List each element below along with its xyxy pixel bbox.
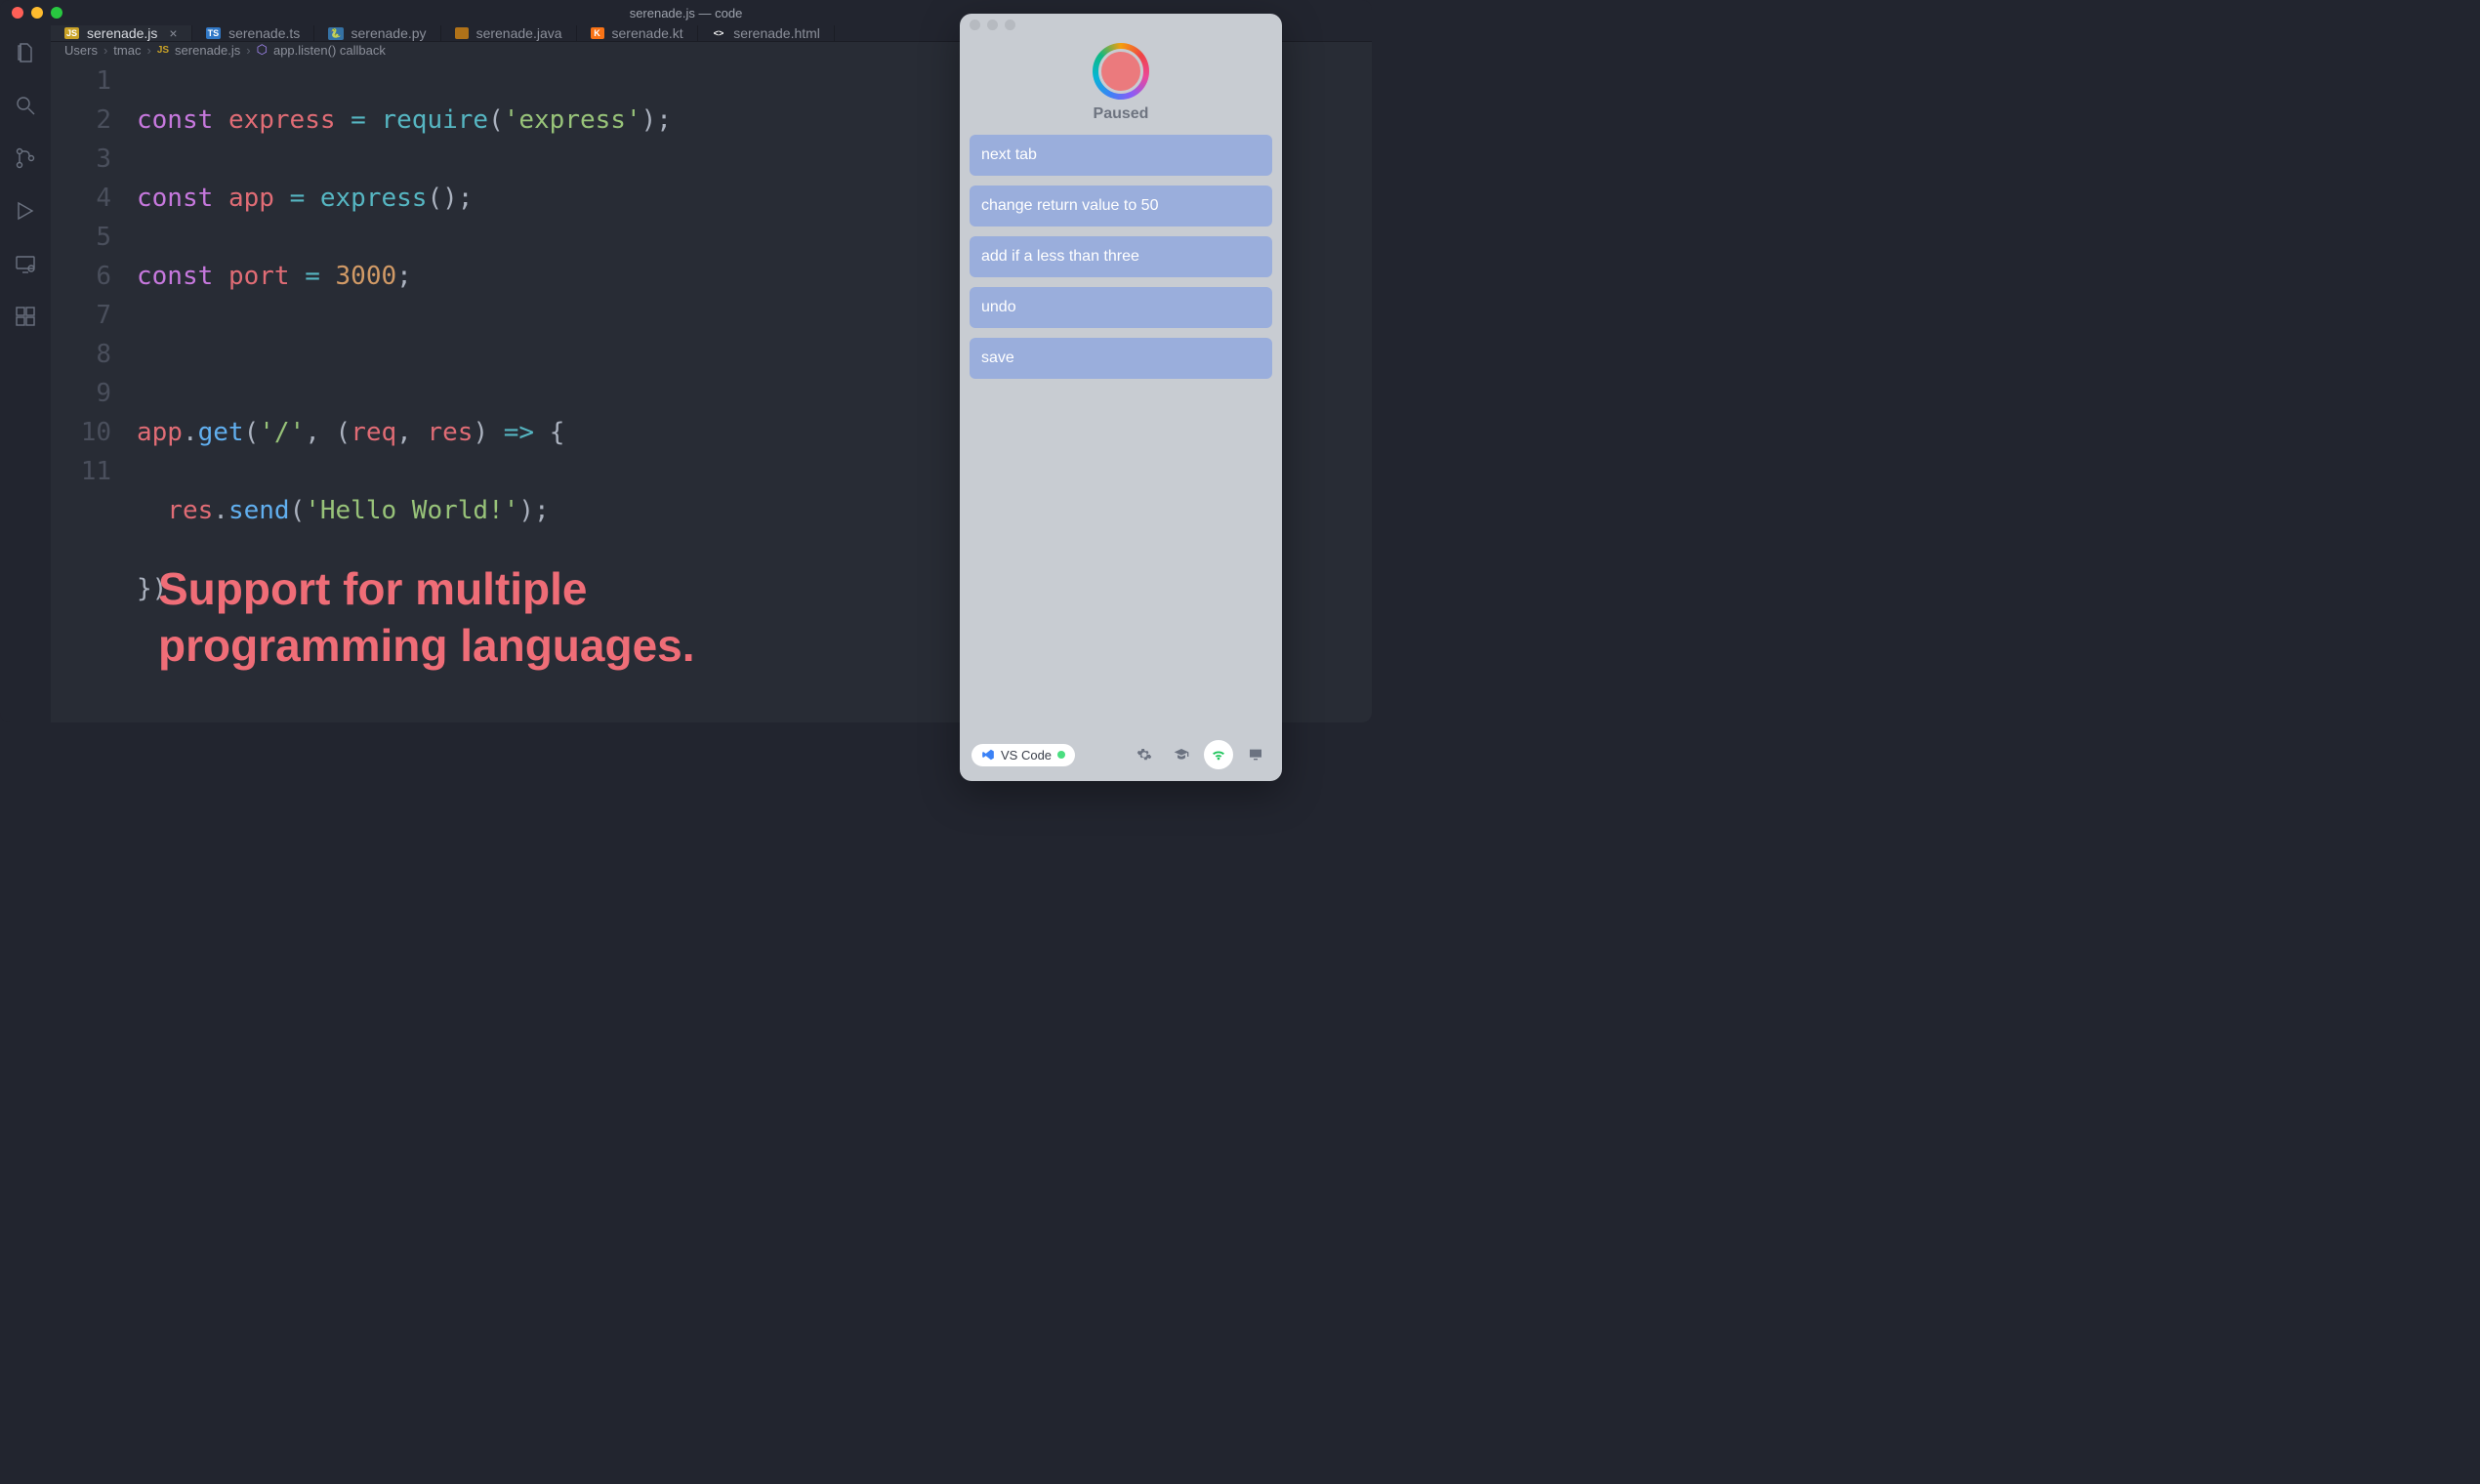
tab-label: serenade.py — [351, 25, 427, 41]
tab-label: serenade.html — [733, 25, 820, 41]
python-file-icon: 🐍 — [328, 27, 343, 40]
command-suggestion[interactable]: save — [970, 338, 1272, 379]
vscode-icon — [981, 748, 995, 762]
close-icon[interactable]: × — [169, 25, 177, 41]
window-minimize-button[interactable] — [31, 7, 43, 19]
display-button[interactable] — [1241, 740, 1270, 769]
extensions-icon[interactable] — [12, 303, 39, 330]
serenade-footer: VS Code — [960, 730, 1282, 781]
tab-label: serenade.ts — [228, 25, 300, 41]
run-debug-icon[interactable] — [12, 197, 39, 225]
js-file-icon: JS — [64, 27, 79, 39]
window-controls — [12, 7, 62, 19]
tab-serenade-js[interactable]: JS serenade.js × — [51, 25, 192, 41]
tab-serenade-py[interactable]: 🐍 serenade.py — [314, 25, 440, 41]
listening-status: Paused — [1094, 105, 1149, 123]
window-zoom-button[interactable] — [51, 7, 62, 19]
command-suggestion[interactable]: next tab — [970, 135, 1272, 176]
line-number-gutter: 1234567891011 — [51, 58, 137, 722]
js-file-icon: JS — [157, 45, 169, 56]
kotlin-file-icon: K — [591, 27, 604, 39]
remote-icon[interactable] — [12, 250, 39, 277]
serenade-panel: Paused next tab change return value to 5… — [960, 14, 1282, 781]
window-close-button[interactable] — [970, 20, 980, 30]
window-title: serenade.js — code — [630, 6, 743, 21]
breadcrumb-segment: tmac — [113, 43, 141, 58]
explorer-icon[interactable] — [12, 39, 39, 66]
graduation-cap-icon — [1174, 747, 1189, 763]
tab-serenade-html[interactable]: <> serenade.html — [698, 25, 835, 41]
microphone-toggle-button[interactable] — [1093, 43, 1149, 100]
chevron-right-icon: › — [146, 43, 150, 58]
command-suggestion[interactable]: change return value to 50 — [970, 186, 1272, 227]
gear-icon — [1137, 747, 1152, 763]
window-zoom-button[interactable] — [1005, 20, 1015, 30]
window-close-button[interactable] — [12, 7, 23, 19]
chevron-right-icon: › — [246, 43, 250, 58]
tab-serenade-ts[interactable]: TS serenade.ts — [192, 25, 315, 41]
monitor-icon — [1248, 747, 1263, 763]
command-suggestion[interactable]: undo — [970, 287, 1272, 328]
search-icon[interactable] — [12, 92, 39, 119]
tutorial-button[interactable] — [1167, 740, 1196, 769]
ts-file-icon: TS — [206, 27, 222, 39]
command-suggestions: next tab change return value to 50 add i… — [960, 135, 1282, 379]
microphone-icon — [1098, 49, 1143, 94]
chevron-right-icon: › — [103, 43, 107, 58]
serenade-titlebar — [960, 14, 1282, 35]
breadcrumb-segment: Users — [64, 43, 98, 58]
tab-serenade-java[interactable]: serenade.java — [441, 25, 577, 41]
settings-button[interactable] — [1130, 740, 1159, 769]
command-suggestion[interactable]: add if a less than three — [970, 236, 1272, 277]
activity-bar — [0, 25, 51, 722]
tab-label: serenade.kt — [612, 25, 683, 41]
tab-label: serenade.java — [476, 25, 562, 41]
marketing-headline: Support for multiple programming languag… — [158, 560, 695, 674]
html-file-icon: <> — [712, 27, 726, 39]
status-indicator-icon — [1057, 751, 1065, 759]
wifi-icon — [1211, 747, 1226, 763]
breadcrumb-segment: serenade.js — [175, 43, 240, 58]
connected-app-chip[interactable]: VS Code — [971, 744, 1075, 766]
connected-app-label: VS Code — [1001, 748, 1052, 763]
source-control-icon[interactable] — [12, 144, 39, 172]
breadcrumb-segment: app.listen() callback — [273, 43, 386, 58]
tab-label: serenade.js — [87, 25, 157, 41]
window-minimize-button[interactable] — [987, 20, 998, 30]
tab-serenade-kt[interactable]: K serenade.kt — [577, 25, 698, 41]
symbol-method-icon: ⬡ — [257, 42, 268, 58]
java-file-icon — [455, 27, 469, 39]
connection-button[interactable] — [1204, 740, 1233, 769]
